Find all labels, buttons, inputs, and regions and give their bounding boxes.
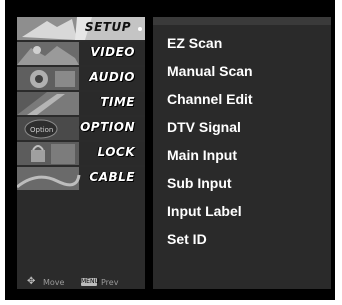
category-label: LOCK [97,145,135,159]
category-label: SETUP [84,20,131,34]
tv-osd-menu: SETUP VIDEO AUDIO TIME Option OPTION LOC… [5,0,335,300]
category-label: CABLE [89,170,135,184]
menu-item-dtv-signal[interactable]: DTV Signal [167,119,241,139]
category-option[interactable]: Option OPTION [17,117,145,140]
panel-header-strip [153,17,331,25]
category-column: SETUP VIDEO AUDIO TIME Option OPTION LOC… [17,17,145,289]
move-arrows-icon: ✥ [27,276,36,287]
menu-item-set-id[interactable]: Set ID [167,231,207,251]
category-label: VIDEO [90,45,135,59]
category-video[interactable]: VIDEO [17,42,145,65]
menu-item-input-label[interactable]: Input Label [167,203,242,223]
menu-button-icon: MENU [81,278,99,286]
svg-text:Option: Option [30,126,53,134]
menu-item-manual-scan[interactable]: Manual Scan [167,63,253,83]
category-audio[interactable]: AUDIO [17,67,145,90]
category-label: OPTION [80,120,135,134]
prev-hint-label: Prev [101,278,119,287]
menu-item-sub-input[interactable]: Sub Input [167,175,232,195]
category-label: AUDIO [89,70,135,84]
menu-item-ez-scan[interactable]: EZ Scan [167,35,222,55]
category-label: TIME [100,95,135,109]
setup-submenu-panel: EZ Scan Manual Scan Channel Edit DTV Sig… [153,17,331,289]
category-time[interactable]: TIME [17,92,145,115]
menu-item-main-input[interactable]: Main Input [167,147,237,167]
footer-hints: ✥ Move MENU Prev [17,274,145,290]
category-setup[interactable]: SETUP [17,17,145,40]
category-cable[interactable]: CABLE [17,167,145,190]
category-lock[interactable]: LOCK [17,142,145,165]
move-hint-label: Move [43,278,65,287]
menu-item-channel-edit[interactable]: Channel Edit [167,91,253,111]
selection-pointer-icon [138,27,142,31]
